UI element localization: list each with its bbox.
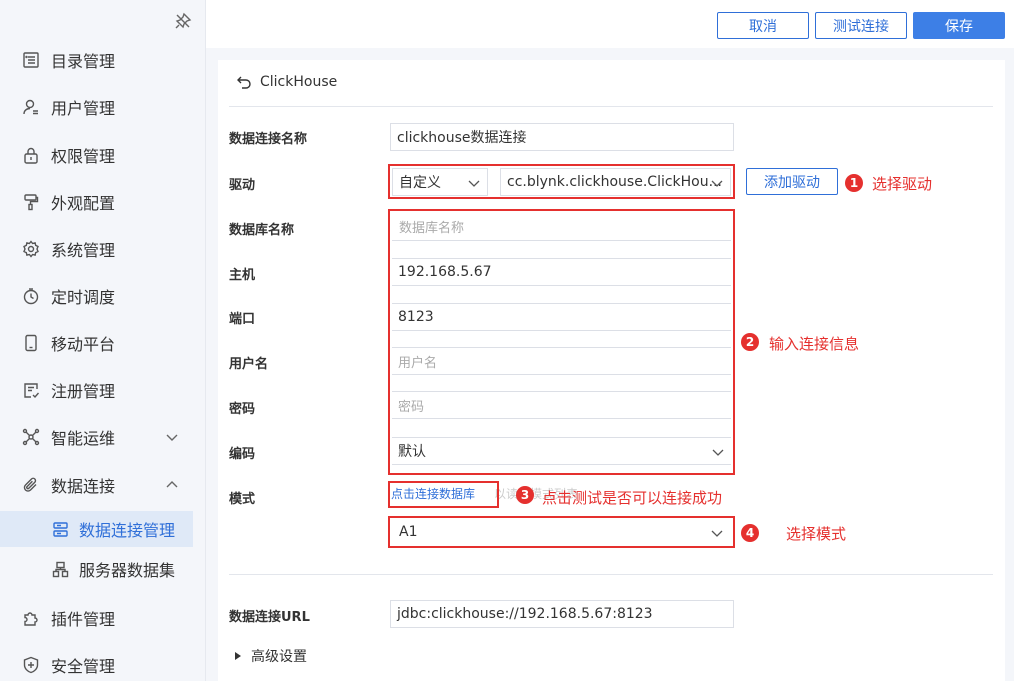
annotation-box-driver — [388, 164, 735, 199]
annotation-badge-4: 4 — [741, 524, 759, 542]
connection-url-input[interactable]: jdbc:clickhouse://192.168.5.67:8123 — [390, 600, 734, 628]
sidebar-item-mobile[interactable]: 移动平台 — [0, 323, 206, 363]
section-divider — [229, 574, 993, 575]
advanced-settings-label: 高级设置 — [251, 649, 307, 665]
encoding-label: 编码 — [229, 447, 256, 462]
sidebar-item-data-connection[interactable]: 数据连接 — [0, 465, 206, 505]
password-label: 密码 — [229, 402, 256, 417]
advanced-settings-toggle[interactable]: 高级设置 — [233, 646, 307, 666]
sidebar: 目录管理 用户管理 权限管理 外观配置 系统管理 定时调度 移动平台 注册管理 … — [0, 0, 206, 681]
annotation-text-4: 选择模式 — [786, 525, 847, 543]
sidebar-item-label: 用户管理 — [51, 99, 116, 118]
paperclip-icon — [23, 477, 37, 492]
connection-name-input[interactable]: clickhouse数据连接 — [390, 123, 734, 151]
gear-icon — [23, 240, 39, 258]
chevron-up-icon — [166, 481, 178, 488]
sidebar-subitem-label: 数据连接管理 — [79, 521, 176, 540]
sidebar-item-label: 权限管理 — [51, 147, 116, 166]
puzzle-icon — [24, 612, 38, 626]
annotation-box-connection-info — [388, 209, 735, 475]
database-connection-icon — [53, 521, 68, 537]
add-driver-button[interactable]: 添加驱动 — [746, 168, 838, 195]
paint-roller-icon — [24, 194, 39, 211]
back-arrow-icon — [237, 76, 251, 89]
sidebar-subitem-server-dataset[interactable]: 服务器数据集 — [0, 551, 193, 587]
chevron-down-icon — [166, 434, 178, 441]
sidebar-item-catalog[interactable]: 目录管理 — [0, 40, 206, 80]
sidebar-item-label: 插件管理 — [51, 610, 116, 629]
catalog-icon — [23, 52, 39, 68]
back-button[interactable]: ClickHouse — [236, 74, 337, 90]
sidebar-item-permissions[interactable]: 权限管理 — [0, 135, 206, 175]
user-icon — [23, 99, 38, 115]
sidebar-subitem-label: 服务器数据集 — [79, 561, 176, 580]
annotation-badge-3: 3 — [516, 486, 534, 504]
sidebar-item-users[interactable]: 用户管理 — [0, 87, 206, 127]
annotation-badge-1: 1 — [845, 174, 863, 192]
connection-name-label: 数据连接名称 — [229, 132, 308, 147]
sidebar-item-label: 安全管理 — [51, 657, 116, 676]
lock-icon — [24, 147, 38, 164]
port-label: 端口 — [229, 312, 256, 327]
sidebar-item-label: 数据连接 — [51, 477, 116, 496]
schema-label: 模式 — [229, 492, 256, 507]
sidebar-item-label: 定时调度 — [51, 288, 116, 307]
sidebar-item-register[interactable]: 注册管理 — [0, 370, 206, 410]
connection-url-label: 数据连接URL — [229, 610, 310, 625]
driver-label: 驱动 — [229, 178, 256, 193]
shield-icon — [23, 656, 39, 674]
sidebar-item-plugins[interactable]: 插件管理 — [0, 598, 206, 638]
sidebar-item-security[interactable]: 安全管理 — [0, 645, 206, 681]
sidebar-item-schedule[interactable]: 定时调度 — [0, 276, 206, 316]
annotation-text-1: 选择驱动 — [872, 175, 933, 193]
mobile-icon — [25, 334, 37, 352]
sidebar-item-label: 系统管理 — [51, 241, 116, 260]
sidebar-subitem-connection-management[interactable]: 数据连接管理 — [0, 511, 193, 547]
annotation-box-connect-link — [388, 481, 499, 508]
register-icon — [24, 383, 40, 399]
sidebar-item-label: 移动平台 — [51, 335, 116, 354]
header-divider — [229, 106, 993, 107]
save-button[interactable]: 保存 — [913, 12, 1005, 39]
sidebar-item-appearance[interactable]: 外观配置 — [0, 182, 206, 222]
cancel-button[interactable]: 取消 — [717, 12, 809, 39]
annotation-text-3: 点击测试是否可以连接成功 — [542, 489, 723, 507]
server-dataset-icon — [52, 561, 69, 577]
username-label: 用户名 — [229, 357, 269, 372]
database-name-label: 数据库名称 — [229, 223, 295, 238]
caret-right-icon — [235, 652, 241, 660]
test-connection-button[interactable]: 测试连接 — [815, 12, 907, 39]
back-label: ClickHouse — [260, 74, 338, 90]
sidebar-item-label: 智能运维 — [51, 429, 116, 448]
annotation-box-schema — [388, 516, 735, 548]
pin-icon[interactable] — [174, 12, 192, 30]
sidebar-item-label: 外观配置 — [51, 194, 116, 213]
sidebar-item-ops[interactable]: 智能运维 — [0, 417, 206, 457]
annotation-text-2: 输入连接信息 — [769, 335, 860, 353]
sidebar-item-system[interactable]: 系统管理 — [0, 229, 206, 269]
network-icon — [22, 428, 40, 446]
sidebar-item-label: 注册管理 — [51, 382, 116, 401]
annotation-badge-2: 2 — [741, 333, 759, 351]
host-label: 主机 — [229, 268, 256, 283]
sidebar-item-label: 目录管理 — [51, 52, 116, 71]
clock-icon — [23, 288, 39, 305]
